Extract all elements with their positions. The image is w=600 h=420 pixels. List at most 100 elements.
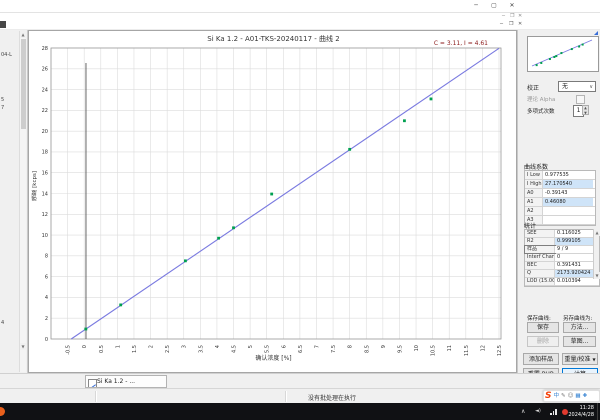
svg-text:22: 22 [42, 108, 48, 114]
row-value[interactable]: 0.977535 [543, 171, 593, 179]
svg-text:20: 20 [42, 129, 48, 135]
close-button[interactable]: ✕ [504, 1, 520, 11]
scroll-up-icon[interactable]: ▲ [20, 31, 26, 38]
document-tab-bar: Si Ka 1.2 - ... [0, 373, 600, 389]
tab-si-ka[interactable]: Si Ka 1.2 - ... [85, 375, 167, 388]
child-close-icon[interactable]: ✕ [518, 21, 522, 28]
save-curve-label: 保存曲线: [527, 316, 551, 322]
table-row: I Low 0.977535 [525, 171, 595, 180]
minimize-button[interactable]: ─ [468, 1, 484, 11]
emoji-icon[interactable]: ☺ [568, 391, 574, 401]
svg-text:7.5: 7.5 [331, 345, 337, 353]
svg-text:6: 6 [281, 345, 287, 348]
maximize-button[interactable]: ▢ [486, 1, 502, 11]
notification-icon[interactable] [562, 409, 568, 415]
table-row: SEE 0.116025 [525, 230, 599, 238]
data-point [217, 236, 220, 240]
pen-icon[interactable]: ✎ [561, 391, 566, 401]
row-value[interactable]: 27.170540 [543, 180, 593, 188]
tree-item-fragment[interactable]: 5 [1, 97, 4, 103]
doc-minimize-icon[interactable]: ─ [502, 13, 505, 20]
row-label: LOD (15.00 s) [525, 278, 555, 285]
method-button[interactable]: 方法... [563, 322, 596, 333]
child-minimize-icon[interactable]: ─ [500, 21, 503, 28]
taskbar-app-icon[interactable] [0, 407, 5, 416]
row-value[interactable]: -0.39143 [543, 189, 593, 197]
row-label: A1 [525, 198, 543, 206]
volume-icon[interactable]: ◄) [535, 408, 541, 414]
correction-value: 无 [562, 83, 569, 90]
polynomial-degree-stepper[interactable]: ▲ ▼ [582, 105, 589, 115]
row-value[interactable]: 0.010394 [555, 278, 597, 285]
stats-scrollbar[interactable]: ▲ ▼ [593, 229, 600, 279]
row-value[interactable]: 0.46080 [543, 198, 593, 206]
theoretical-alpha-checkbox[interactable] [576, 95, 585, 104]
row-value[interactable] [543, 216, 593, 224]
save-button[interactable]: 保存 [527, 322, 559, 333]
table-row: A0 -0.39143 [525, 189, 595, 198]
svg-text:26: 26 [42, 67, 48, 73]
row-value[interactable]: 0 [555, 254, 597, 261]
doc-restore-icon[interactable]: ❐ [510, 13, 514, 20]
correction-select[interactable]: 无 ∨ [558, 81, 596, 92]
svg-text:10.5: 10.5 [431, 345, 437, 356]
row-label: I Low [525, 171, 543, 179]
taskbar[interactable]: ∧ ◄) 11:28 2024/4/28 [0, 403, 600, 420]
doc-close-icon[interactable]: ✕ [518, 13, 522, 20]
status-bar: 没有批处理在执行 [0, 388, 600, 404]
sidebar-scrollbar[interactable]: ▲ ▼ [19, 31, 26, 372]
ime-toolbar[interactable]: S 中 ✎ ☺ ▦ ✚ [543, 390, 600, 402]
correction-label: 校正 [527, 85, 540, 92]
svg-text:24: 24 [42, 87, 48, 93]
polynomial-degree-label: 多项式次数 [527, 109, 555, 115]
scrollbar-thumb[interactable] [20, 39, 26, 129]
chevron-down-icon: ▼ [592, 357, 596, 362]
svg-text:12: 12 [42, 212, 48, 218]
table-row: R2 0.999105 [525, 238, 599, 246]
row-value[interactable]: 2173.920424 [555, 270, 597, 277]
taskbar-clock[interactable]: 11:28 2024/4/28 [568, 405, 594, 418]
chinese-mode-icon[interactable]: 中 [553, 391, 559, 401]
spin-down-icon[interactable]: ▼ [584, 111, 587, 115]
spin-up-icon[interactable]: ▲ [584, 106, 587, 110]
svg-text:11.5: 11.5 [464, 345, 470, 356]
calibration-plot[interactable]: 0246810121416182022242628-0.5 0 0.5 1 1.5 2 2.… [29, 31, 516, 372]
svg-text:7: 7 [314, 345, 320, 348]
row-label: I High [525, 180, 543, 188]
keyboard-icon[interactable]: ▦ [575, 391, 580, 401]
weight-calibrate-label: 重量/校准 [564, 356, 591, 363]
clock-date: 2024/4/28 [568, 411, 594, 418]
panel-corner-icon[interactable] [594, 31, 598, 35]
svg-text:4: 4 [45, 295, 48, 301]
weight-calibrate-button[interactable]: 重量/校准 ▼ [562, 353, 598, 365]
scroll-down-icon[interactable]: ▼ [594, 272, 600, 279]
sketch-button[interactable]: 草图... [563, 336, 596, 347]
svg-text:1.5: 1.5 [132, 345, 138, 353]
scroll-down-icon[interactable]: ▼ [20, 343, 26, 350]
tree-item-fragment[interactable]: 7 [1, 105, 4, 111]
svg-text:2: 2 [149, 345, 155, 348]
child-restore-icon[interactable]: ❐ [509, 21, 513, 28]
tray-chevron-up-icon[interactable]: ∧ [521, 408, 525, 415]
add-sample-button[interactable]: 添加样品 [523, 353, 559, 365]
row-value[interactable]: 0.116025 [555, 230, 597, 237]
svg-text:0.5: 0.5 [99, 345, 105, 353]
svg-text:0: 0 [82, 345, 88, 348]
svg-text:10: 10 [42, 233, 48, 239]
row-value[interactable] [543, 207, 593, 215]
table-row: A1 0.46080 [525, 198, 595, 207]
row-value[interactable]: 0.999105 [555, 238, 597, 245]
status-message: 没有批处理在执行 [308, 395, 357, 402]
tab-label: Si Ka 1.2 - ... [97, 378, 136, 385]
tree-item-fragment[interactable]: 04-L [1, 52, 12, 58]
scroll-up-icon[interactable]: ▲ [594, 229, 600, 236]
row-value[interactable]: 9 / 9 [555, 246, 597, 253]
toolbox-icon[interactable]: ✚ [583, 391, 588, 401]
delete-button[interactable]: 删除 [527, 336, 559, 347]
tree-item-fragment[interactable]: 4 [1, 320, 4, 326]
table-row: Q 2173.920424 [525, 270, 599, 278]
row-value[interactable]: 0.391431 [555, 262, 597, 269]
chevron-down-icon: ∨ [589, 84, 593, 90]
sogou-logo-icon[interactable]: S [545, 391, 551, 401]
curve-thumbnail[interactable] [527, 36, 599, 72]
